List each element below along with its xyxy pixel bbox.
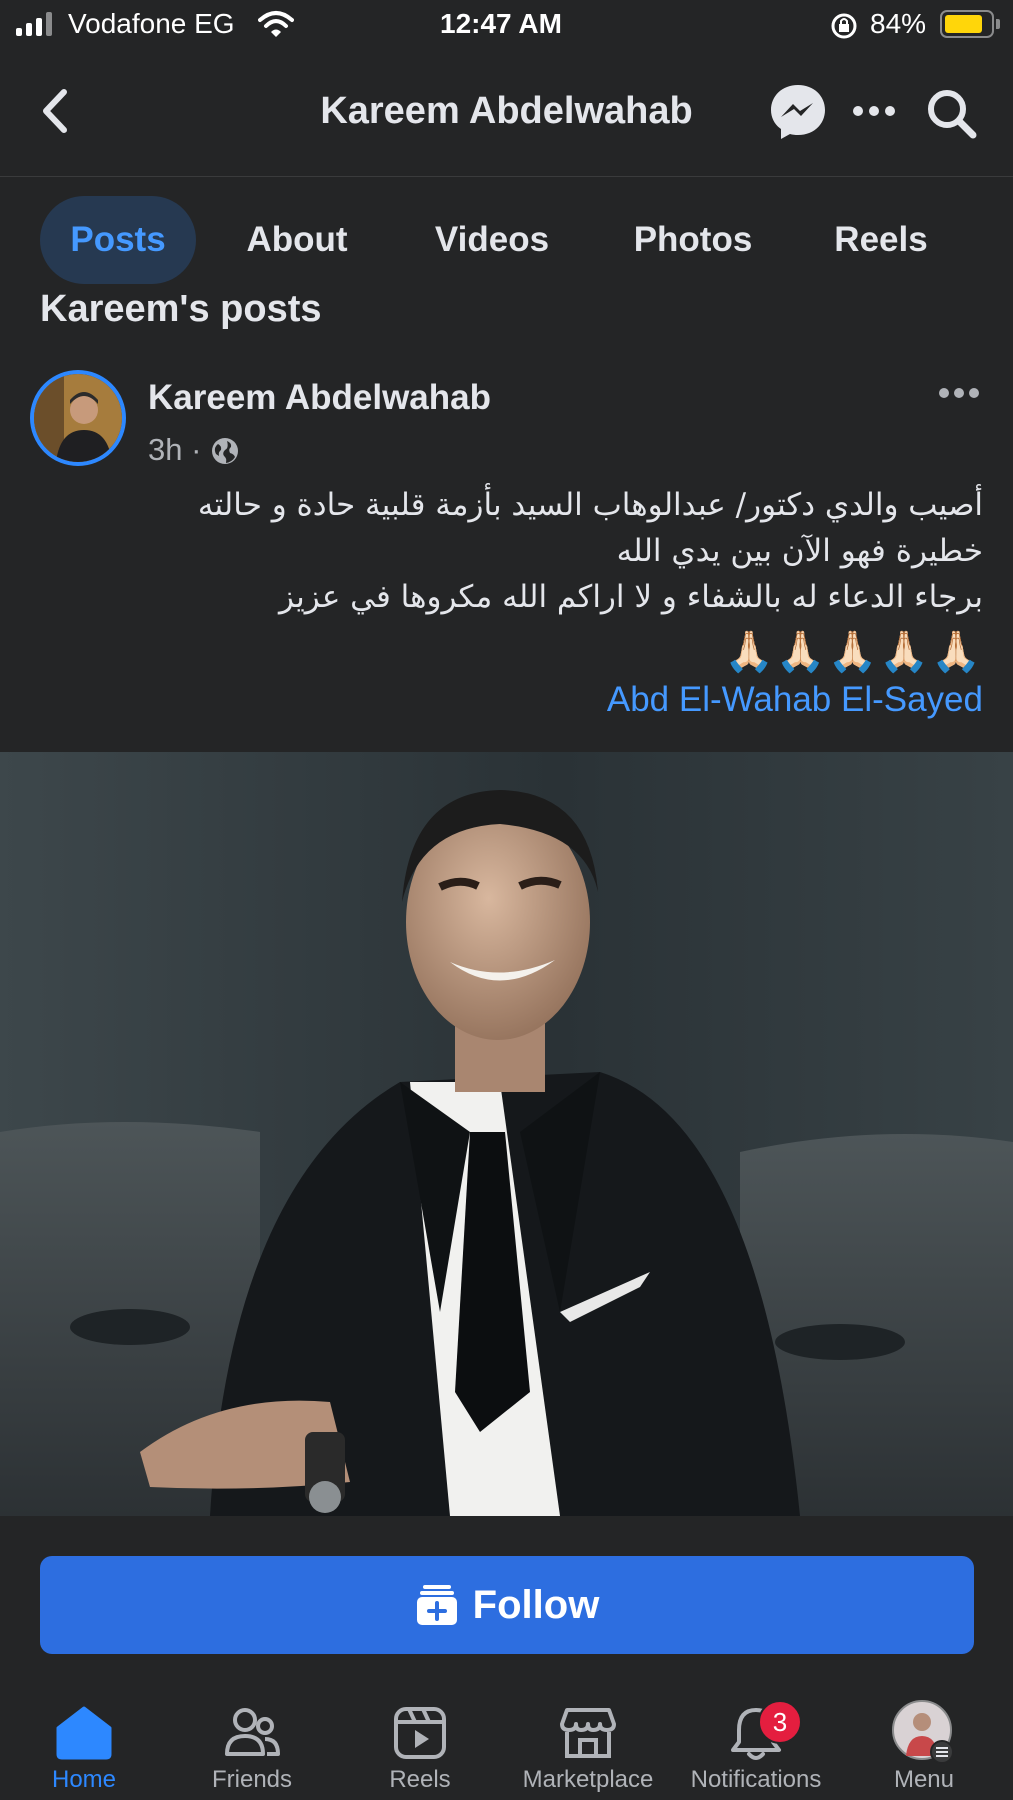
wifi-icon (258, 11, 294, 37)
marketplace-icon (560, 1708, 616, 1758)
clock: 12:47 AM (440, 8, 562, 39)
nav-menu[interactable]: Menu (840, 1690, 1008, 1800)
post-more-icon[interactable] (938, 386, 980, 400)
tab-posts[interactable]: Posts (40, 196, 196, 284)
author-avatar[interactable] (30, 370, 126, 466)
globe-icon (212, 438, 239, 464)
messenger-icon[interactable] (768, 82, 828, 142)
post-text-line: خطيرة فهو الآن بين يدي الله (616, 533, 983, 569)
nav-marketplace[interactable]: Marketplace (504, 1690, 672, 1800)
reels-icon (394, 1707, 446, 1759)
nav-home-label: Home (51, 1766, 117, 1793)
mention-link[interactable]: Abd El-Wahab El-Sayed (607, 680, 983, 720)
tab-about[interactable]: About (218, 196, 376, 284)
carrier-name: Vodafone EG (68, 8, 235, 39)
post-photo[interactable] (0, 752, 1013, 1516)
nav-marketplace-label: Marketplace (522, 1766, 654, 1793)
battery-percent: 84% (870, 8, 927, 39)
nav-reels-label: Reels (389, 1766, 451, 1793)
praying-hands-emojis: 🙏🏻🙏🏻🙏🏻🙏🏻🙏🏻 (723, 630, 983, 674)
follow-page-icon (416, 1585, 457, 1625)
follow-label: Follow (472, 1582, 600, 1627)
nav-home[interactable]: Home (0, 1690, 168, 1800)
nav-friends[interactable]: Friends (168, 1690, 336, 1800)
signal-icon (16, 12, 56, 36)
top-header: Kareem Abdelwahab (0, 52, 1013, 177)
battery-tip (996, 19, 1000, 29)
search-icon[interactable] (926, 88, 978, 140)
post-text-line: برجاء الدعاء له بالشفاء و لا اراكم الله … (278, 579, 983, 615)
post-author-name[interactable]: Kareem Abdelwahab (148, 378, 491, 418)
tab-videos[interactable]: Videos (404, 196, 580, 284)
follow-button[interactable]: Follow (40, 1556, 974, 1654)
nav-notifications-label: Notifications (690, 1766, 822, 1793)
meta-separator: · (191, 432, 211, 467)
post-time[interactable]: 3h (148, 432, 182, 467)
post-text: أصيب والدي دكتور/ عبدالوهاب السيد بأزمة … (83, 482, 983, 620)
section-title: Kareem's posts (40, 288, 322, 330)
nav-notifications[interactable]: 3 Notifications (672, 1690, 840, 1800)
tab-photos[interactable]: Photos (606, 196, 780, 284)
tab-reels[interactable]: Reels (806, 196, 956, 284)
post-meta: 3h · (148, 432, 240, 468)
friends-icon (225, 1708, 280, 1756)
nav-reels[interactable]: Reels (336, 1690, 504, 1800)
battery-icon (940, 10, 994, 38)
more-icon[interactable] (852, 104, 896, 118)
rotation-lock-icon (831, 13, 857, 39)
status-bar: Vodafone EG 12:47 AM 84% (0, 0, 1013, 52)
nav-menu-label: Menu (893, 1766, 955, 1793)
notification-badge: 3 (758, 1700, 802, 1744)
post-text-line: أصيب والدي دكتور/ عبدالوهاب السيد بأزمة … (197, 487, 983, 523)
profile-menu-icon (892, 1700, 956, 1764)
nav-friends-label: Friends (211, 1766, 293, 1793)
bottom-nav: Home Friends Reels Marketplace 3 Notific… (0, 1690, 1013, 1800)
home-icon (56, 1706, 112, 1760)
